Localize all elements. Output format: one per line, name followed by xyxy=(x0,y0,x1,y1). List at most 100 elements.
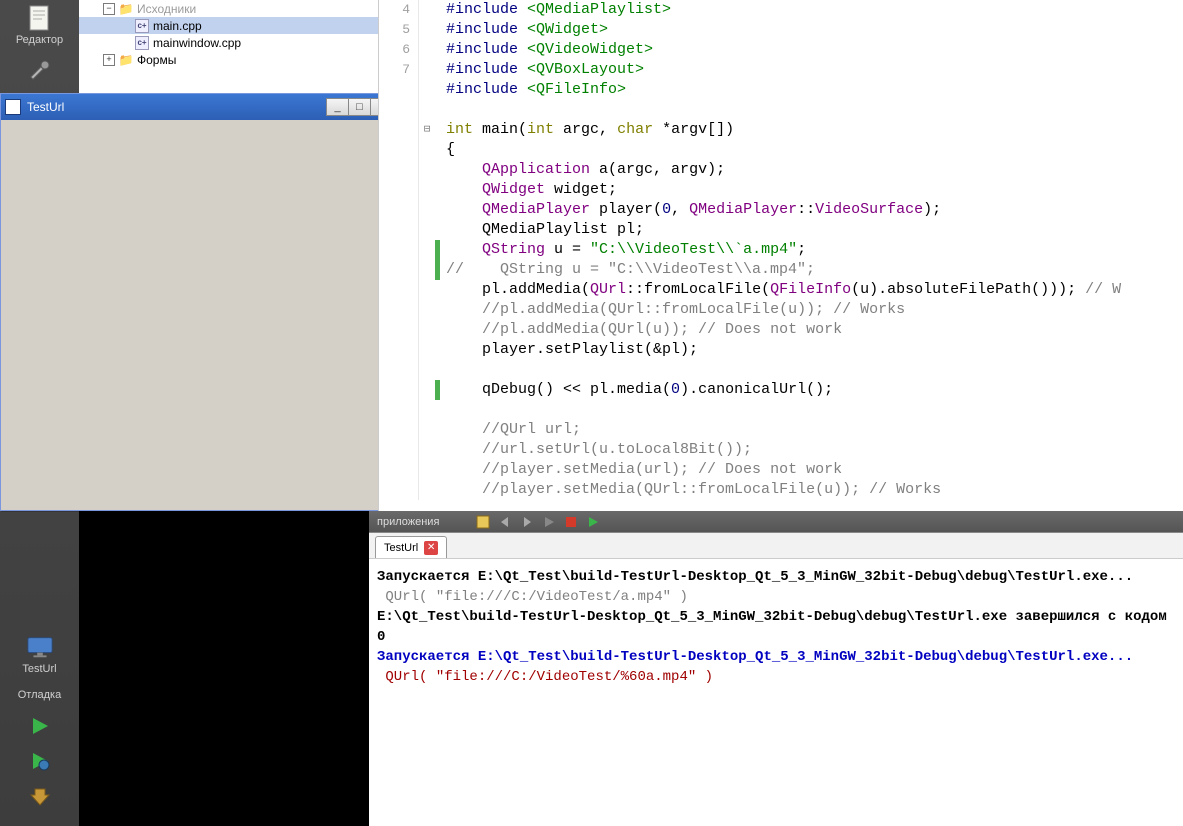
code-text[interactable]: QMediaPlayer player(0, QMediaPlayer::Vid… xyxy=(440,200,941,220)
code-text[interactable]: //player.setMedia(url); // Does not work xyxy=(440,460,842,480)
code-text[interactable]: //pl.addMedia(QUrl(u)); // Does not work xyxy=(440,320,842,340)
line-number: 4 xyxy=(379,0,419,20)
code-line[interactable]: //player.setMedia(url); // Does not work xyxy=(379,460,1183,480)
tree-file-mainwindow[interactable]: c+ mainwindow.cpp xyxy=(79,34,383,51)
code-line[interactable]: 5#include <QWidget> xyxy=(379,20,1183,40)
code-line[interactable]: //QUrl url; xyxy=(379,420,1183,440)
code-text[interactable] xyxy=(440,100,446,120)
code-text[interactable]: QMediaPlaylist pl; xyxy=(440,220,644,240)
code-line[interactable]: QApplication a(argc, argv); xyxy=(379,160,1183,180)
fold-toggle[interactable]: ⊟ xyxy=(419,120,435,140)
line-number xyxy=(379,160,419,180)
close-tab-button[interactable]: ✕ xyxy=(424,541,438,555)
kit-label: TestUrl xyxy=(22,663,56,675)
code-line[interactable]: QWidget widget; xyxy=(379,180,1183,200)
code-text[interactable]: player.setPlaylist(&pl); xyxy=(440,340,698,360)
nav-back-button[interactable] xyxy=(497,514,513,530)
run-output-button[interactable] xyxy=(541,514,557,530)
code-line[interactable] xyxy=(379,360,1183,380)
expand-icon[interactable]: + xyxy=(103,54,115,66)
code-line[interactable]: //url.setUrl(u.toLocal8Bit()); xyxy=(379,440,1183,460)
code-text[interactable]: // QString u = "C:\\VideoTest\\a.mp4"; xyxy=(440,260,815,280)
maximize-button[interactable]: □ xyxy=(348,98,371,116)
code-text[interactable]: QWidget widget; xyxy=(440,180,617,200)
code-line[interactable]: { xyxy=(379,140,1183,160)
output-line: QUrl( "file:///C:/VideoTest/a.mp4" ) xyxy=(377,587,1175,607)
code-line[interactable]: //player.setMedia(QUrl::fromLocalFile(u)… xyxy=(379,480,1183,500)
rerun-button[interactable] xyxy=(585,514,601,530)
code-text[interactable]: QString u = "C:\\VideoTest\\`a.mp4"; xyxy=(440,240,806,260)
code-editor[interactable]: 4 #include <QMediaPlaylist>5#include <QWi… xyxy=(378,0,1183,511)
code-line[interactable]: ⊟int main(int argc, char *argv[]) xyxy=(379,120,1183,140)
fold-toggle xyxy=(419,140,435,160)
fold-toggle xyxy=(419,240,435,260)
code-text[interactable]: qDebug() << pl.media(0).canonicalUrl(); xyxy=(440,380,833,400)
code-line[interactable]: //pl.addMedia(QUrl(u)); // Does not work xyxy=(379,320,1183,340)
code-text[interactable]: //pl.addMedia(QUrl::fromLocalFile(u)); /… xyxy=(440,300,905,320)
code-text[interactable]: #include <QVideoWidget> xyxy=(440,40,653,60)
application-output[interactable]: Запускается E:\Qt_Test\build-TestUrl-Des… xyxy=(369,558,1183,826)
code-line[interactable]: // QString u = "C:\\VideoTest\\a.mp4"; xyxy=(379,260,1183,280)
collapse-icon[interactable]: − xyxy=(103,3,115,15)
code-text[interactable]: { xyxy=(440,140,455,160)
project-tree[interactable]: − 📁 Исходники c+ main.cpp c+ mainwindow.… xyxy=(79,0,383,93)
run-debug-button[interactable] xyxy=(29,750,51,775)
minimize-button[interactable]: _ xyxy=(326,98,349,116)
output-tab[interactable]: TestUrl ✕ xyxy=(375,536,447,558)
code-text[interactable]: int main(int argc, char *argv[]) xyxy=(440,120,734,140)
mode-editor-label: Редактор xyxy=(16,34,63,46)
code-line[interactable]: 4 #include <QMediaPlaylist> xyxy=(379,0,1183,20)
code-text[interactable]: #include <QMediaPlaylist> xyxy=(440,0,671,20)
code-line[interactable]: 6#include <QVideoWidget> xyxy=(379,40,1183,60)
line-number xyxy=(379,400,419,420)
code-text[interactable]: QApplication a(argc, argv); xyxy=(440,160,725,180)
fold-toggle xyxy=(419,380,435,400)
line-number xyxy=(379,420,419,440)
build-button[interactable] xyxy=(29,785,51,810)
code-line[interactable]: 7#include <QVBoxLayout> xyxy=(379,60,1183,80)
code-text[interactable]: #include <QWidget> xyxy=(440,20,608,40)
code-text[interactable] xyxy=(440,360,446,380)
code-line[interactable] xyxy=(379,400,1183,420)
code-line[interactable]: QMediaPlaylist pl; xyxy=(379,220,1183,240)
code-line[interactable] xyxy=(379,100,1183,120)
fold-toggle xyxy=(419,0,435,20)
line-number xyxy=(379,140,419,160)
run-button[interactable] xyxy=(29,715,51,740)
fold-toggle xyxy=(419,20,435,40)
code-text[interactable]: //player.setMedia(QUrl::fromLocalFile(u)… xyxy=(440,480,941,500)
code-text[interactable]: //QUrl url; xyxy=(440,420,581,440)
titlebar[interactable]: TestUrl _ □ ✕ xyxy=(1,94,397,120)
fold-toggle xyxy=(419,420,435,440)
code-text[interactable]: #include <QVBoxLayout> xyxy=(440,60,644,80)
fold-toggle xyxy=(419,100,435,120)
code-line[interactable]: qDebug() << pl.media(0).canonicalUrl(); xyxy=(379,380,1183,400)
stop-button[interactable] xyxy=(563,514,579,530)
tree-folder-forms[interactable]: + 📁 Формы xyxy=(79,51,383,68)
nav-forward-button[interactable] xyxy=(519,514,535,530)
kit-selector[interactable]: TestUrl xyxy=(0,629,79,681)
cpp-file-icon: c+ xyxy=(135,36,149,50)
testurl-app-window[interactable]: TestUrl _ □ ✕ xyxy=(0,93,398,511)
code-line[interactable]: pl.addMedia(QUrl::fromLocalFile(QFileInf… xyxy=(379,280,1183,300)
mode-debug-label: Отладка xyxy=(18,689,61,701)
tree-folder-sources[interactable]: − 📁 Исходники xyxy=(79,0,383,17)
tree-label: Формы xyxy=(137,53,176,67)
code-text[interactable]: #include <QFileInfo> xyxy=(440,80,626,100)
line-number xyxy=(379,200,419,220)
mode-design[interactable] xyxy=(0,52,79,92)
code-line[interactable]: QString u = "C:\\VideoTest\\`a.mp4"; xyxy=(379,240,1183,260)
code-line[interactable]: //pl.addMedia(QUrl::fromLocalFile(u)); /… xyxy=(379,300,1183,320)
tree-file-main[interactable]: c+ main.cpp xyxy=(79,17,383,34)
mode-editor[interactable]: Редактор xyxy=(0,0,79,52)
line-number xyxy=(379,220,419,240)
code-line[interactable]: QMediaPlayer player(0, QMediaPlayer::Vid… xyxy=(379,200,1183,220)
code-text[interactable]: pl.addMedia(QUrl::fromLocalFile(QFileInf… xyxy=(440,280,1121,300)
mode-debug[interactable]: Отладка xyxy=(0,685,79,707)
clear-output-button[interactable] xyxy=(475,514,491,530)
code-line[interactable]: #include <QFileInfo> xyxy=(379,80,1183,100)
code-line[interactable]: player.setPlaylist(&pl); xyxy=(379,340,1183,360)
output-line: Запускается E:\Qt_Test\build-TestUrl-Des… xyxy=(377,567,1175,587)
code-text[interactable] xyxy=(440,400,446,420)
code-text[interactable]: //url.setUrl(u.toLocal8Bit()); xyxy=(440,440,752,460)
